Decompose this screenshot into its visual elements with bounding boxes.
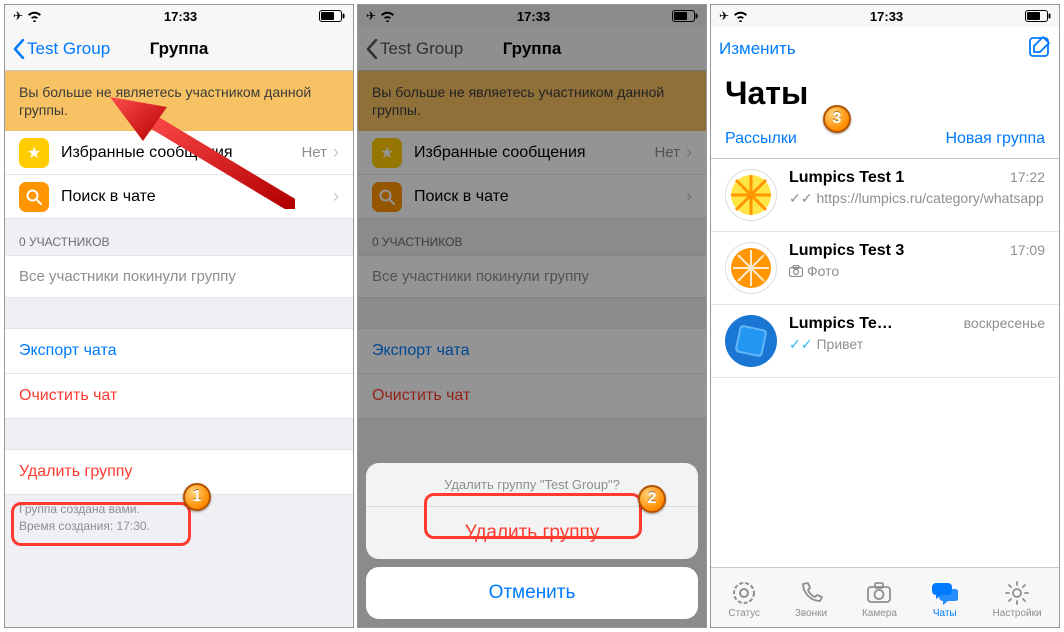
favorites-extra: Нет — [301, 144, 327, 161]
tab-camera[interactable]: Камера — [862, 580, 897, 619]
chevron-right-icon: › — [333, 186, 339, 207]
sheet-cancel-button[interactable]: Отменить — [366, 567, 698, 619]
back-button[interactable]: Test Group — [13, 39, 110, 59]
phone-icon — [798, 580, 824, 606]
compose-icon — [1027, 35, 1051, 59]
back-label: Test Group — [27, 39, 110, 59]
status-icon — [731, 580, 757, 606]
chat-row[interactable]: Lumpics Test 3 17:09 Фото — [711, 232, 1059, 305]
chevron-right-icon: › — [333, 142, 339, 163]
search-label: Поиск в чате — [61, 188, 156, 206]
camera-icon — [866, 580, 892, 606]
page-title: Группа — [150, 39, 209, 59]
nav-bar: Test Group Группа — [5, 27, 353, 71]
chats-icon — [932, 580, 958, 606]
tab-settings[interactable]: Настройки — [993, 580, 1042, 619]
avatar — [725, 242, 777, 294]
footer-note: Группа создана вами. Время создания: 17:… — [5, 495, 353, 541]
tab-chats[interactable]: Чаты — [932, 580, 958, 619]
tab-calls[interactable]: Звонки — [795, 580, 827, 619]
big-title: Чаты — [711, 71, 1059, 120]
broadcast-button[interactable]: Рассылки — [725, 130, 797, 148]
status-bar: ✈ 17:33 — [5, 5, 353, 27]
battery-icon — [1025, 10, 1051, 22]
compose-button[interactable] — [1027, 35, 1051, 64]
airplane-icon: ✈ — [13, 9, 23, 23]
sheet-delete-button[interactable]: Удалить группу — [366, 507, 698, 559]
chat-name: Lumpics Te… — [789, 315, 893, 333]
sub-header: Рассылки Новая группа — [711, 120, 1059, 159]
chat-preview: Привет — [816, 335, 863, 353]
chat-preview: https://lumpics.ru/category/whatsapp — [816, 189, 1043, 207]
gear-icon — [1004, 580, 1030, 606]
nav-bar: Изменить — [711, 27, 1059, 71]
chat-name: Lumpics Test 3 — [789, 242, 904, 260]
status-bar: ✈ 17:33 — [711, 5, 1059, 27]
members-header: 0 УЧАСТНИКОВ — [5, 219, 353, 255]
chat-name: Lumpics Test 1 — [789, 169, 904, 187]
delete-group-button[interactable]: Удалить группу — [5, 449, 353, 495]
star-icon: ★ — [19, 138, 49, 168]
battery-icon — [319, 10, 345, 22]
sheet-title: Удалить группу "Test Group"? — [366, 463, 698, 507]
export-chat-button[interactable]: Экспорт чата — [5, 328, 353, 374]
edit-button[interactable]: Изменить — [719, 39, 796, 59]
wifi-icon — [733, 11, 748, 22]
status-time: 17:33 — [870, 9, 903, 24]
search-icon — [19, 182, 49, 212]
members-empty-row: Все участники покинули группу — [5, 255, 353, 298]
avatar — [725, 169, 777, 221]
chat-preview: Фото — [807, 262, 839, 280]
chat-time: 17:22 — [1010, 169, 1045, 185]
tab-bar: Статус Звонки Камера Чаты Настройки — [711, 567, 1059, 627]
camera-icon — [789, 265, 803, 277]
chat-time: 17:09 — [1010, 242, 1045, 258]
chevron-left-icon — [13, 39, 25, 59]
tab-status[interactable]: Статус — [728, 580, 760, 619]
chat-row[interactable]: Lumpics Test 1 17:22 ✓✓https://lumpics.ru… — [711, 159, 1059, 232]
ticks-read-icon: ✓✓ — [789, 335, 812, 353]
airplane-icon: ✈ — [719, 9, 729, 23]
avatar — [725, 315, 777, 367]
search-chat-cell[interactable]: Поиск в чате › — [5, 175, 353, 219]
favorites-cell[interactable]: ★ Избранные сообщения Нет › — [5, 131, 353, 175]
newgroup-button[interactable]: Новая группа — [945, 130, 1045, 148]
action-sheet: Удалить группу "Test Group"? Удалить гру… — [366, 463, 698, 619]
ticks-icon: ✓✓ — [789, 189, 812, 207]
status-time: 17:33 — [164, 9, 197, 24]
membership-banner: Вы больше не являетесь участником данной… — [5, 71, 353, 131]
delete-label: Удалить группу — [19, 463, 132, 480]
clear-chat-button[interactable]: Очистить чат — [5, 374, 353, 419]
wifi-icon — [27, 11, 42, 22]
chat-row[interactable]: Lumpics Te… воскресенье ✓✓Привет — [711, 305, 1059, 378]
chat-time: воскресенье — [964, 315, 1045, 331]
favorites-label: Избранные сообщения — [61, 144, 233, 162]
